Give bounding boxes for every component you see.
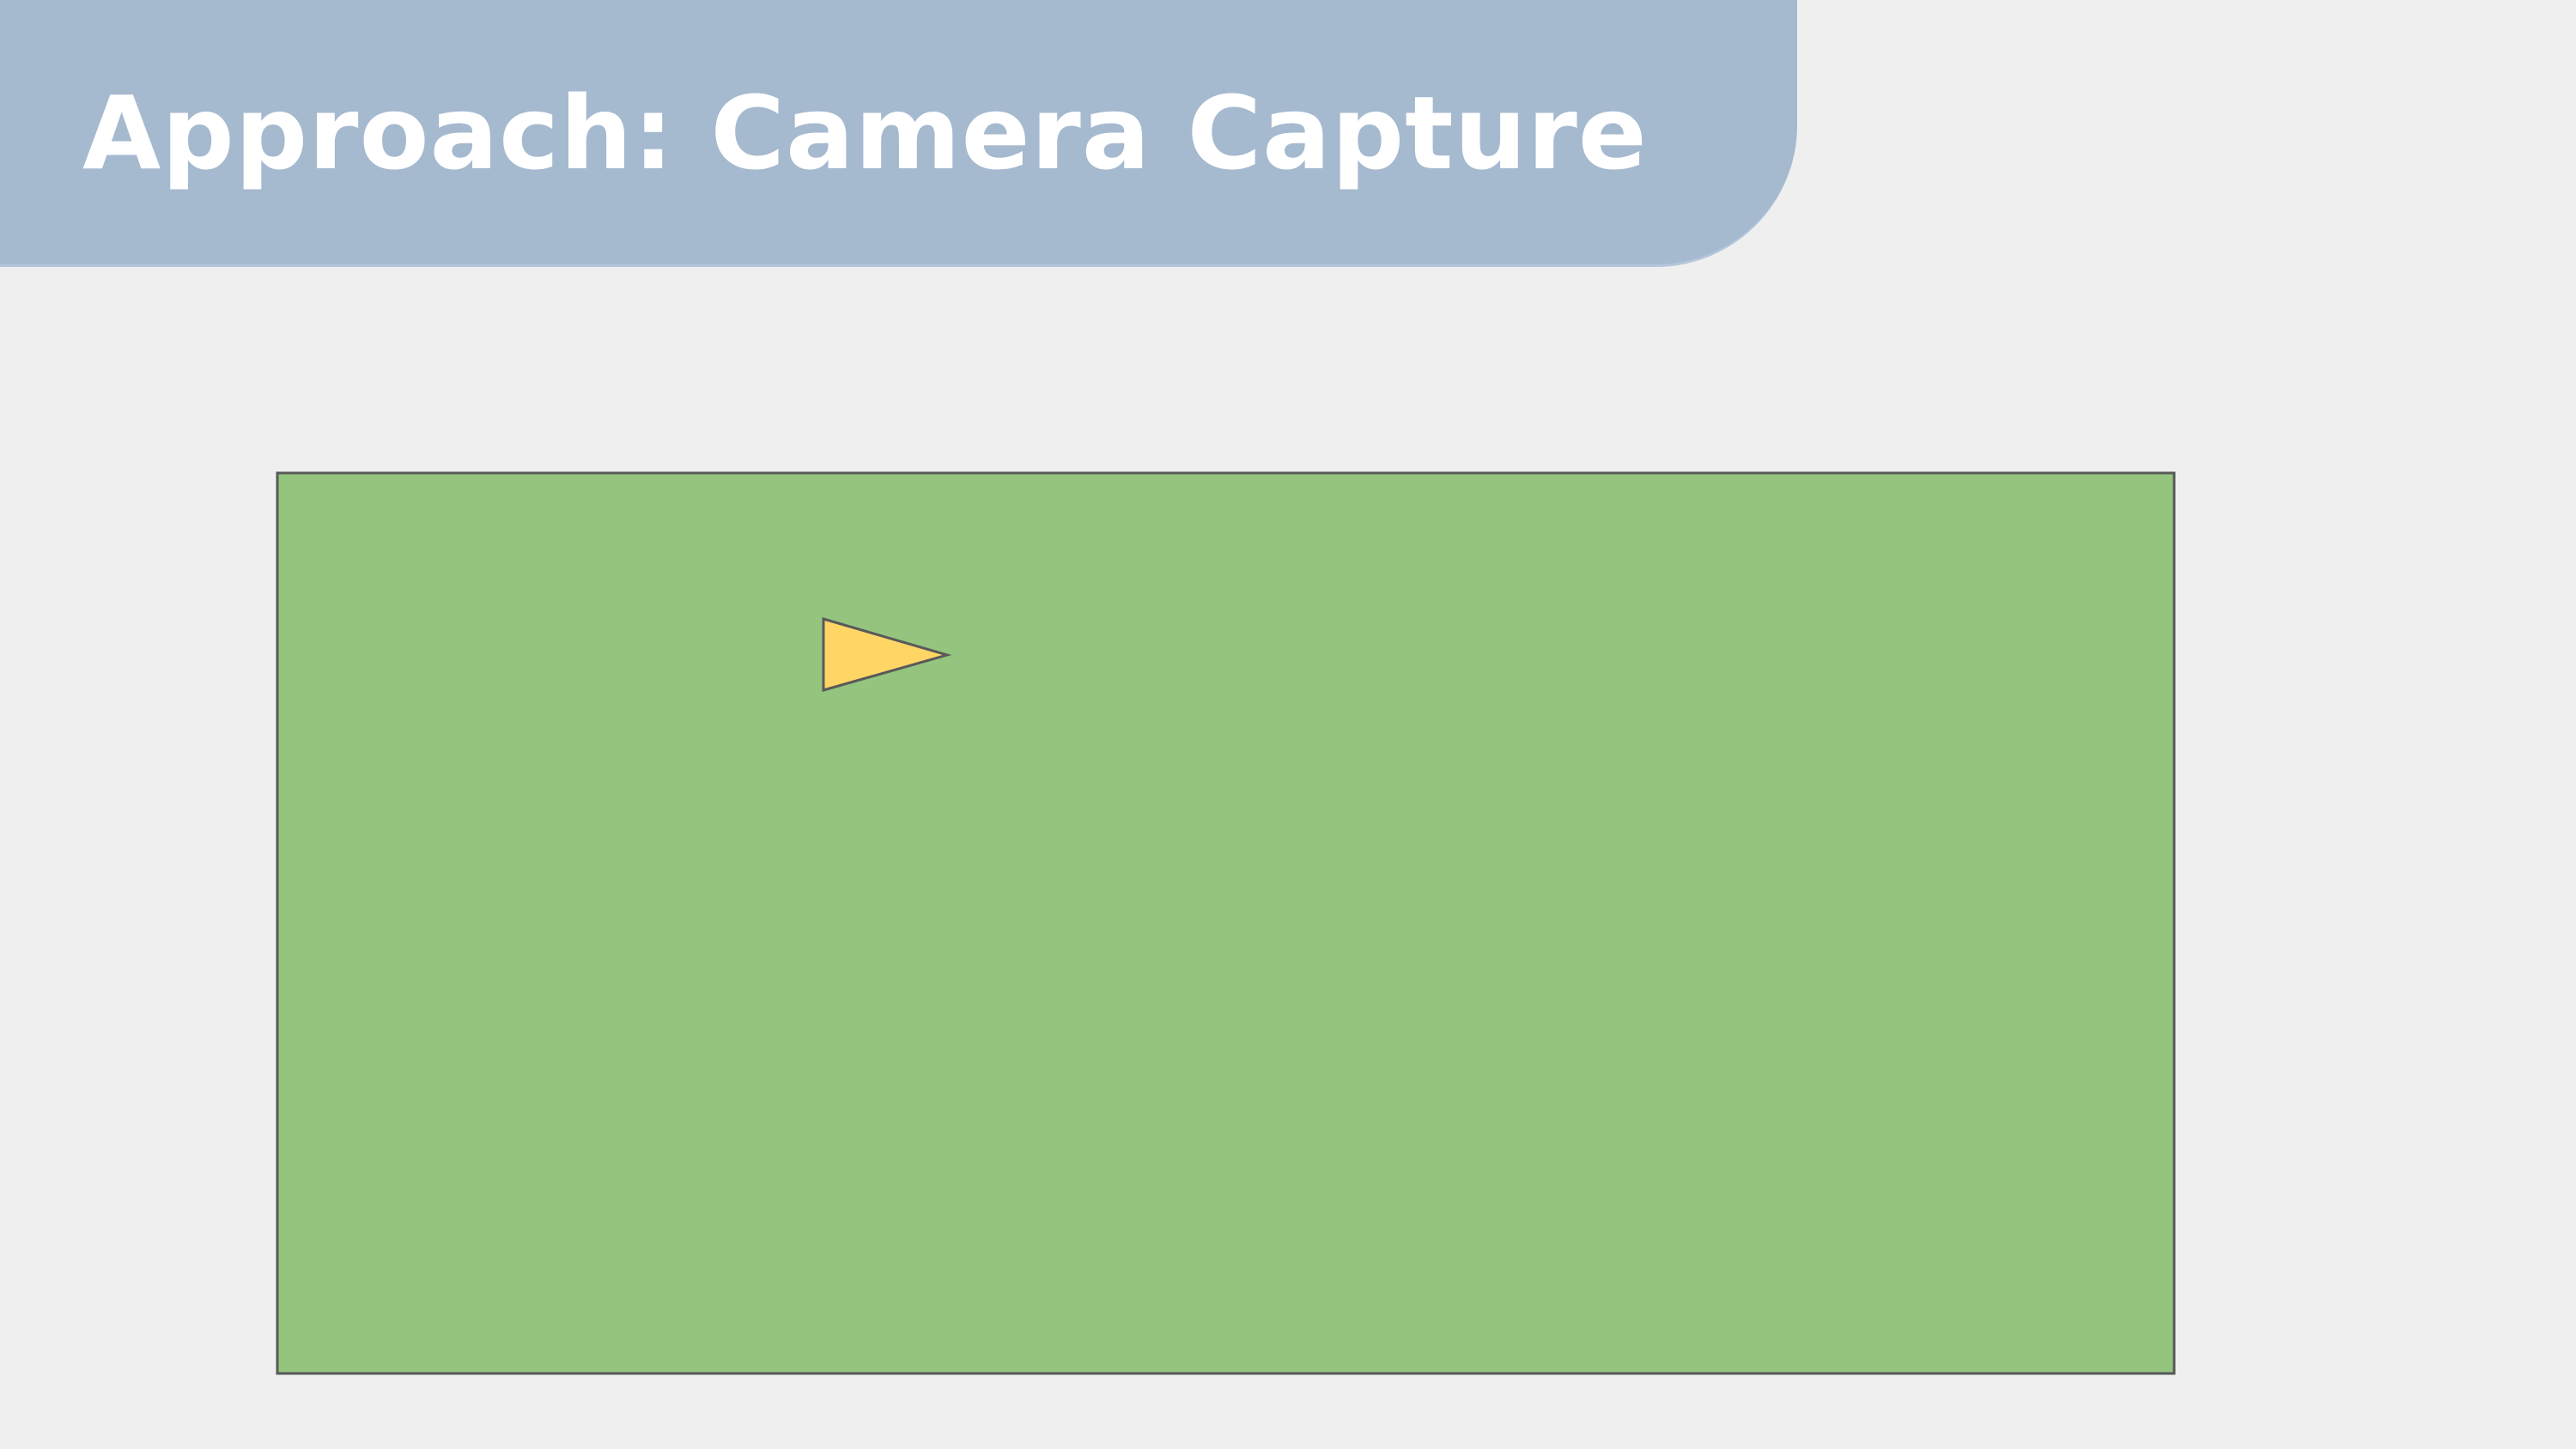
green-field-rectangle — [276, 471, 2176, 1375]
diagram-canvas — [276, 471, 2176, 1375]
